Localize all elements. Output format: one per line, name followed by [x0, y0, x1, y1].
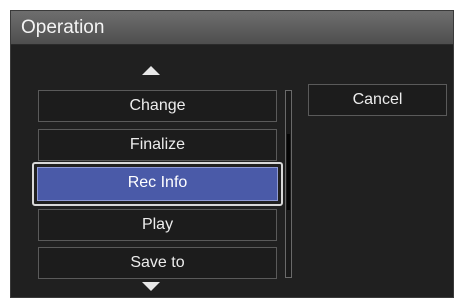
menu-item-rec-info-label: Rec Info: [37, 167, 278, 201]
menu-scrollbar[interactable]: [285, 90, 292, 278]
scroll-up-arrow-icon[interactable]: [142, 66, 160, 75]
menu-item-finalize[interactable]: Finalize: [38, 129, 277, 161]
scroll-down-arrow-icon[interactable]: [142, 282, 160, 291]
operation-dialog: Operation Change Finalize Rec Info Play …: [10, 10, 454, 298]
menu-item-play[interactable]: Play: [38, 209, 277, 241]
scrollbar-thumb[interactable]: [287, 134, 290, 210]
menu-item-change[interactable]: Change: [38, 90, 277, 122]
menu-item-rec-info[interactable]: Rec Info: [32, 162, 283, 206]
dialog-body: Change Finalize Rec Info Play Save to Ca…: [11, 45, 453, 297]
cancel-button[interactable]: Cancel: [308, 84, 447, 116]
dialog-title: Operation: [21, 17, 105, 38]
menu-item-save-to[interactable]: Save to: [38, 247, 277, 279]
title-bar: Operation: [11, 11, 453, 45]
